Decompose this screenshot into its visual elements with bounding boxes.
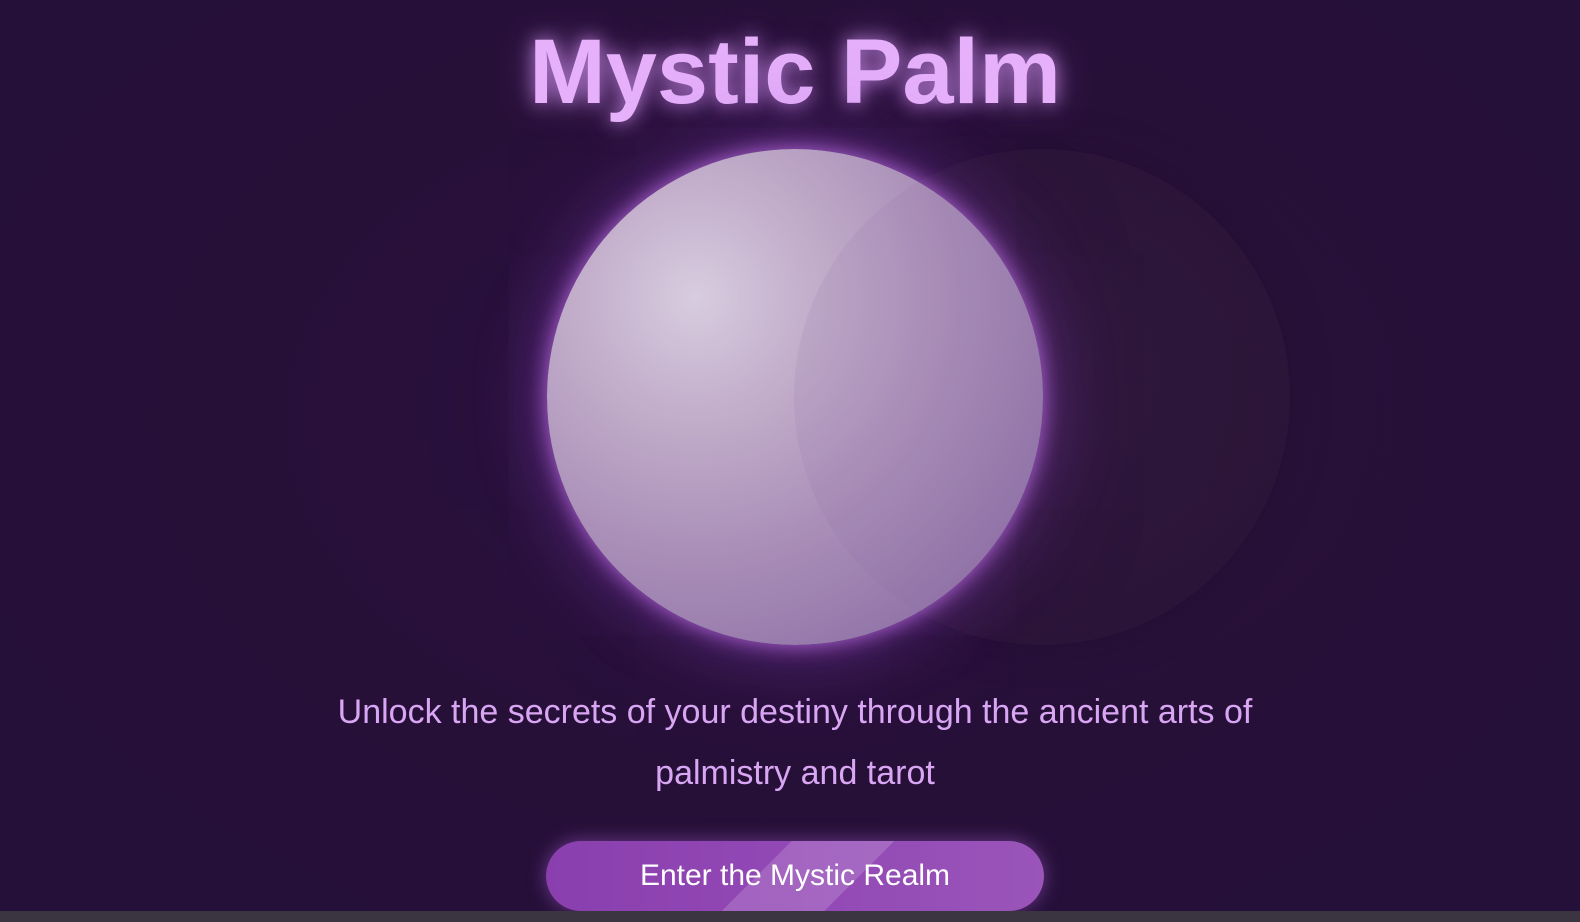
page-title: Mystic Palm xyxy=(529,21,1061,123)
enter-realm-button-label: Enter the Mystic Realm xyxy=(639,859,951,892)
tagline: Unlock the secrets of your destiny throu… xyxy=(337,693,1253,792)
enter-realm-button[interactable]: Enter the Mystic Realm xyxy=(546,841,1044,911)
window-bottom-edge xyxy=(0,911,1580,922)
landing-page: Mystic Palm Unlock the secrets of your d… xyxy=(0,0,1580,922)
